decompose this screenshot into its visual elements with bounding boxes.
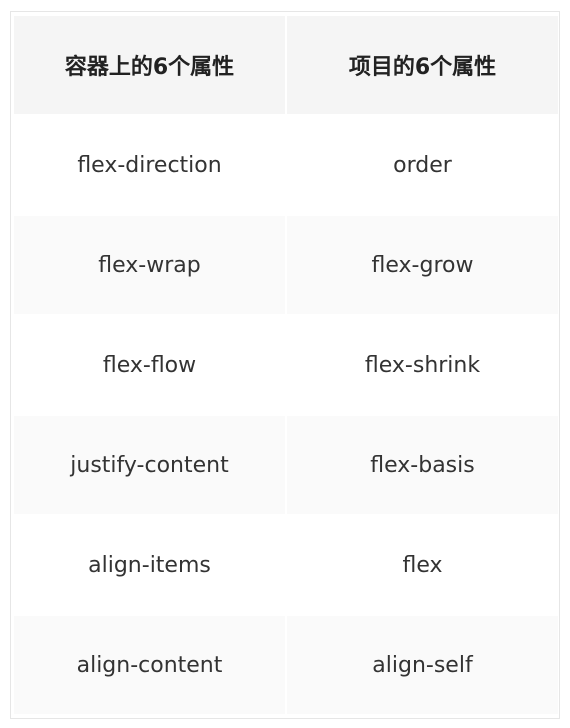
table-cell: justify-content	[14, 416, 285, 514]
table-cell: order	[287, 116, 558, 214]
table-cell: flex-wrap	[14, 216, 285, 314]
table-cell: flex-flow	[14, 316, 285, 414]
header-container-properties: 容器上的6个属性	[14, 16, 285, 114]
header-item-properties: 项目的6个属性	[287, 16, 558, 114]
table-cell: flex	[287, 516, 558, 614]
table-cell: align-content	[14, 616, 285, 714]
table-cell: flex-basis	[287, 416, 558, 514]
table-cell: flex-direction	[14, 116, 285, 214]
properties-table: 容器上的6个属性 项目的6个属性 flex-direction order fl…	[10, 11, 560, 719]
table-cell: align-items	[14, 516, 285, 614]
table-cell: flex-grow	[287, 216, 558, 314]
table-grid: 容器上的6个属性 项目的6个属性 flex-direction order fl…	[14, 16, 558, 714]
table-cell: flex-shrink	[287, 316, 558, 414]
table-cell: align-self	[287, 616, 558, 714]
